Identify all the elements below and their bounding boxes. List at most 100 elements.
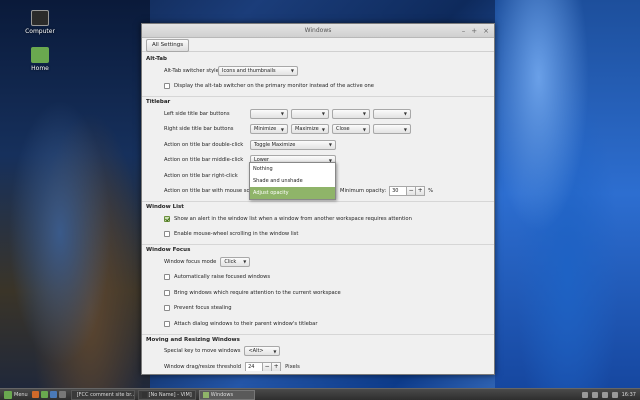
computer-icon [31, 10, 49, 26]
special-key-combo[interactable]: <Alt> ▼ [244, 346, 281, 357]
taskbar-item-vim[interactable]: [No Name] - VIM] [137, 389, 196, 400]
chevron-down-icon: ▼ [273, 348, 277, 354]
right-button-combo-1[interactable]: Minimize ▼ [250, 124, 288, 135]
close-button[interactable]: × [483, 24, 489, 38]
attach-dialog-row[interactable]: Attach dialog windows to their parent wi… [142, 316, 494, 332]
focus-mode-combo[interactable]: Click ▼ [220, 256, 251, 267]
left-button-combo-4[interactable]: ▼ [373, 108, 411, 119]
prevent-focus-checkbox[interactable] [164, 305, 170, 312]
combo-value: Toggle Maximize [254, 141, 296, 148]
chevron-down-icon: ▼ [290, 68, 294, 74]
all-settings-button[interactable]: All Settings [146, 39, 190, 52]
alttab-primary-row[interactable]: Display the alt-tab switcher on the prim… [142, 79, 494, 95]
right-click-label: Action on title bar right-click [164, 172, 238, 179]
left-button-combo-2[interactable]: ▼ [291, 108, 329, 119]
min-opacity-label: Minimum opacity: [340, 188, 387, 195]
system-tray: 16:37 [581, 391, 640, 398]
primary-monitor-checkbox[interactable] [164, 83, 170, 90]
section-title-window-focus: Window Focus [142, 244, 494, 254]
wheel-scroll-checkbox[interactable] [164, 231, 170, 238]
settings-icon [202, 391, 209, 398]
volume-icon[interactable] [601, 391, 608, 398]
desktop-icon-home[interactable]: Home [20, 47, 60, 72]
left-button-combo-1[interactable]: ▼ [250, 108, 288, 119]
minimize-button[interactable]: – [462, 24, 466, 38]
wheel-scroll-row[interactable]: Enable mouse-wheel scrolling in the wind… [142, 227, 494, 243]
minus-icon[interactable]: − [263, 361, 273, 371]
dropdown-option-shade[interactable]: Shade and unshade [250, 175, 335, 187]
focus-mode-label: Window focus mode [164, 258, 217, 265]
threshold-unit: Pixels [285, 363, 300, 370]
alert-label: Show an alert in the window list when a … [174, 215, 412, 222]
taskbar-item-browser[interactable]: [FCC comment site br... [70, 389, 135, 400]
prevent-focus-label: Prevent focus stealing [174, 305, 232, 312]
terminal-icon [141, 391, 147, 398]
section-title-titlebar: Titlebar [142, 96, 494, 106]
right-button-combo-4[interactable]: ▼ [373, 124, 411, 135]
terminal-launcher-icon[interactable] [40, 391, 48, 398]
middle-click-label: Action on title bar middle-click [164, 157, 244, 164]
bring-windows-row[interactable]: Bring windows which require attention to… [142, 285, 494, 301]
attach-dialog-label: Attach dialog windows to their parent wi… [174, 320, 318, 327]
combo-value: Click [224, 258, 237, 265]
battery-icon[interactable] [611, 391, 618, 398]
settings-content: Alt-Tab Alt-Tab switcher style Icons and… [142, 54, 494, 371]
update-icon[interactable] [581, 391, 588, 398]
minus-icon[interactable]: − [407, 186, 417, 197]
double-click-combo[interactable]: Toggle Maximize ▼ [250, 139, 336, 150]
desktop-icon-label: Home [31, 65, 49, 72]
maximize-button[interactable]: + [471, 24, 477, 38]
section-title-window-list: Window List [142, 201, 494, 211]
dropdown-option-adjust-opacity[interactable]: Adjust opacity [250, 187, 335, 199]
bring-windows-label: Bring windows which require attention to… [174, 289, 341, 296]
alttab-style-combo[interactable]: Icons and thumbnails ▼ [218, 65, 298, 76]
special-key-label: Special key to move windows [164, 348, 241, 355]
threshold-value[interactable]: 24 [245, 361, 264, 371]
window-titlebar[interactable]: Windows – + × [142, 24, 494, 38]
files-launcher-icon[interactable] [49, 391, 57, 398]
combo-value: Close [336, 126, 350, 133]
alert-checkbox[interactable] [164, 215, 170, 222]
auto-raise-row[interactable]: Automatically raise focused windows [142, 270, 494, 286]
combo-value: Minimize [254, 126, 277, 133]
double-click-label: Action on title bar double-click [164, 141, 244, 148]
left-button-combo-3[interactable]: ▼ [332, 108, 370, 119]
task-label: [No Name] - VIM] [148, 391, 192, 398]
dropdown-option-nothing[interactable]: Nothing [250, 163, 335, 175]
chevron-down-icon: ▼ [280, 126, 284, 132]
network-icon[interactable] [591, 391, 598, 398]
chevron-down-icon: ▼ [280, 111, 284, 117]
combo-value: Icons and thumbnails [222, 67, 276, 74]
firefox-launcher-icon[interactable] [31, 391, 39, 398]
alttab-style-label: Alt-Tab switcher style [164, 67, 219, 74]
combo-value: Maximize [295, 126, 319, 133]
auto-raise-label: Automatically raise focused windows [174, 274, 271, 281]
menu-button[interactable]: Menu [0, 390, 32, 399]
task-label: Windows [210, 391, 234, 398]
threshold-label: Window drag/resize threshold [164, 363, 242, 370]
home-folder-icon [31, 47, 49, 63]
window-title: Windows [304, 27, 332, 34]
plus-icon[interactable]: + [416, 186, 426, 197]
combo-value: <Alt> [248, 348, 264, 355]
desktop-icon-label: Computer [25, 28, 55, 35]
attach-dialog-checkbox[interactable] [164, 320, 170, 327]
auto-raise-checkbox[interactable] [164, 274, 170, 281]
min-opacity-spinner[interactable]: 30 − + [389, 186, 426, 197]
editor-launcher-icon[interactable] [58, 391, 66, 398]
mint-logo-icon [4, 390, 12, 399]
taskbar-item-windows[interactable]: Windows [198, 389, 255, 400]
threshold-spinner[interactable]: 24 − + [245, 361, 282, 371]
right-button-combo-3[interactable]: Close ▼ [332, 124, 370, 135]
clock[interactable]: 16:37 [622, 392, 636, 398]
alert-row[interactable]: Show an alert in the window list when a … [142, 211, 494, 227]
right-button-combo-2[interactable]: Maximize ▼ [291, 124, 329, 135]
chevron-down-icon: ▼ [243, 259, 247, 265]
prevent-focus-row[interactable]: Prevent focus stealing [142, 301, 494, 317]
bring-windows-checkbox[interactable] [164, 289, 170, 296]
desktop-icon-computer[interactable]: Computer [20, 10, 60, 35]
chevron-down-icon: ▼ [403, 126, 407, 132]
left-buttons-label: Left side title bar buttons [164, 110, 230, 117]
plus-icon[interactable]: + [272, 361, 282, 371]
min-opacity-value[interactable]: 30 [389, 186, 408, 197]
